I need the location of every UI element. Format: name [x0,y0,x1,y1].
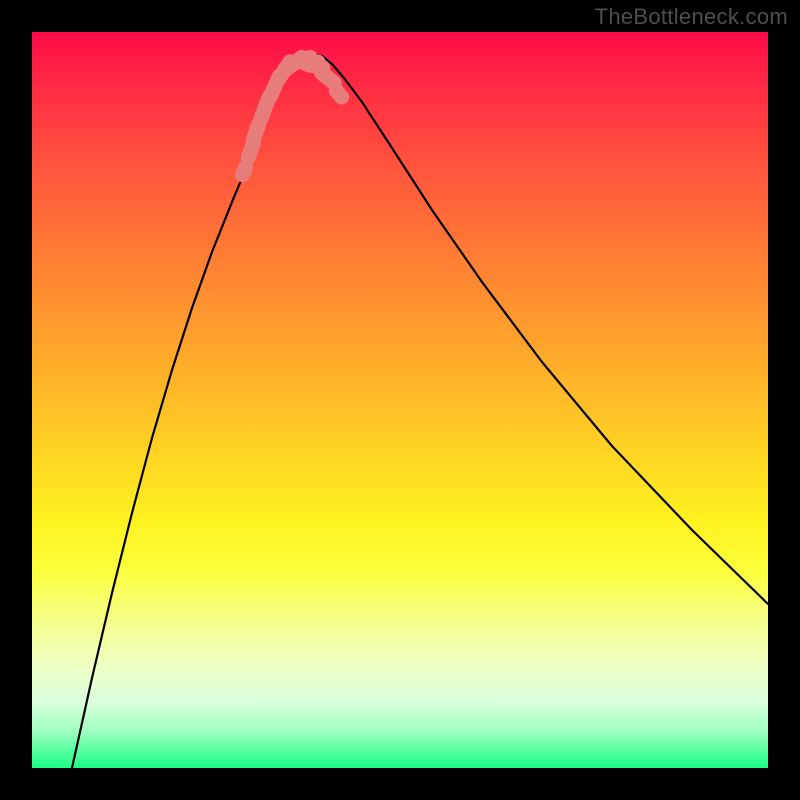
bottleneck-marker [336,91,341,97]
plot-area [32,32,768,768]
watermark-text: TheBottleneck.com [595,4,788,30]
marker-group [243,57,342,174]
bottleneck-marker [322,73,334,83]
bottleneck-curve-line [72,54,768,768]
chart-frame: TheBottleneck.com [0,0,800,800]
chart-svg [32,32,768,768]
bottleneck-marker [253,125,258,140]
bottleneck-marker [243,167,246,174]
